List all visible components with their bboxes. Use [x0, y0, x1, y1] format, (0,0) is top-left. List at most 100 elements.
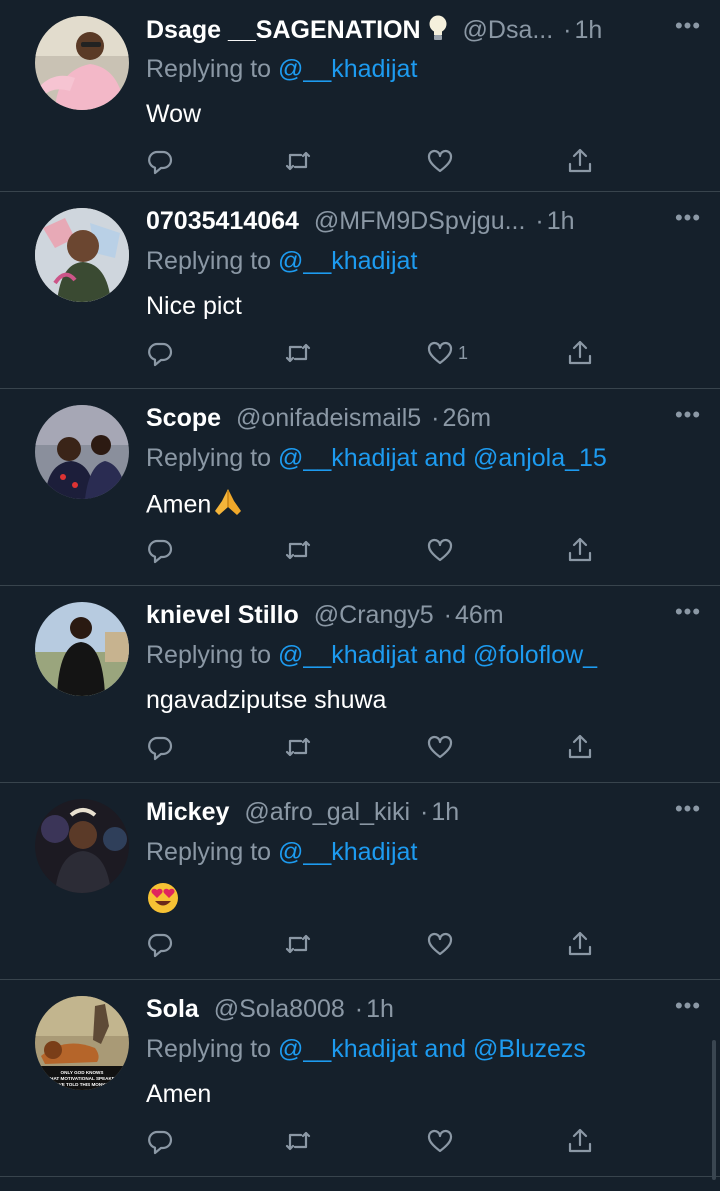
reply-icon: [146, 1127, 174, 1155]
timestamp[interactable]: 1h: [431, 798, 459, 826]
user-handle[interactable]: @Crangy5: [314, 601, 434, 629]
timestamp[interactable]: 1h: [366, 995, 394, 1023]
reply-button[interactable]: [146, 929, 174, 959]
avatar[interactable]: ONLY GOD KNOWS WHAT MOTIVATIONAL SPEAKER…: [35, 996, 129, 1090]
tweet-header: Scope @onifadeismail5 · 26m: [146, 403, 630, 433]
retweet-button[interactable]: [284, 535, 312, 565]
retweet-button[interactable]: [284, 338, 312, 368]
mention-link[interactable]: @__khadijat: [278, 641, 417, 669]
replying-to-label: Replying to: [146, 1035, 272, 1063]
display-name[interactable]: Sola: [146, 995, 199, 1023]
share-icon: [566, 147, 594, 175]
retweet-button[interactable]: [284, 1126, 312, 1156]
mention-link[interactable]: @foloflow_: [473, 641, 597, 669]
tweet-text-content: Amen: [146, 490, 212, 519]
tweet[interactable]: Mickey @afro_gal_kiki · 1h ••• Replying t…: [0, 783, 720, 980]
like-button[interactable]: 1: [426, 338, 468, 368]
tweet-text: Amen: [146, 487, 245, 525]
share-button[interactable]: [566, 732, 594, 762]
reply-icon: [146, 536, 174, 564]
tweet[interactable]: Scope @onifadeismail5 · 26m ••• Replying …: [0, 389, 720, 586]
timestamp[interactable]: 1h: [574, 16, 602, 44]
like-button[interactable]: [426, 535, 458, 565]
mention-link[interactable]: @__khadijat: [278, 838, 417, 866]
avatar[interactable]: [35, 405, 129, 499]
tweet-text: [146, 881, 180, 923]
user-handle[interactable]: @Dsa...: [463, 16, 554, 44]
tweet[interactable]: Dsage __SAGENATION @Dsa... · 1h ••• Reply…: [0, 0, 720, 192]
tweet-header: Dsage __SAGENATION @Dsa... · 1h: [146, 14, 630, 44]
avatar[interactable]: [35, 799, 129, 893]
like-button[interactable]: [426, 146, 458, 176]
avatar[interactable]: [35, 602, 129, 696]
reply-icon: [146, 147, 174, 175]
replying-to-label: Replying to: [146, 641, 272, 669]
like-button[interactable]: [426, 732, 458, 762]
mention-link[interactable]: @Bluzezs: [473, 1035, 586, 1063]
reply-button[interactable]: [146, 732, 174, 762]
share-button[interactable]: [566, 1126, 594, 1156]
svg-text:HAVE TOLD THIS MONKEY: HAVE TOLD THIS MONKEY: [52, 1082, 111, 1087]
replying-to: Replying to @__khadijat: [146, 246, 417, 276]
tweet-text: Wow: [146, 100, 202, 128]
share-button[interactable]: [566, 146, 594, 176]
timestamp[interactable]: 26m: [442, 404, 491, 432]
share-icon: [566, 536, 594, 564]
tweet[interactable]: 07035414064 @MFM9DSpvjgu... · 1h ••• Repl…: [0, 192, 720, 389]
retweet-button[interactable]: [284, 929, 312, 959]
display-name[interactable]: 07035414064: [146, 207, 299, 235]
replying-to-label: Replying to: [146, 247, 272, 275]
heart-icon: [426, 536, 454, 564]
mention-link[interactable]: @__khadijat: [278, 444, 417, 472]
replying-to: Replying to @__khadijat: [146, 837, 417, 867]
more-options-icon[interactable]: •••: [674, 600, 702, 630]
user-handle[interactable]: @afro_gal_kiki: [244, 798, 410, 826]
replying-to-label: Replying to: [146, 444, 272, 472]
display-name[interactable]: Mickey: [146, 798, 229, 826]
retweet-button[interactable]: [284, 146, 312, 176]
more-options-icon[interactable]: •••: [674, 14, 702, 44]
mention-link[interactable]: @anjola_15: [473, 444, 607, 472]
mention-conjunction: and: [424, 641, 467, 669]
tweet[interactable]: ONLY GOD KNOWS WHAT MOTIVATIONAL SPEAKER…: [0, 980, 720, 1177]
more-options-icon[interactable]: •••: [674, 403, 702, 433]
svg-text:WHAT MOTIVATIONAL SPEAKER: WHAT MOTIVATIONAL SPEAKER: [46, 1076, 119, 1081]
retweet-button[interactable]: [284, 732, 312, 762]
display-name[interactable]: knievel Stillo: [146, 601, 299, 629]
tweet[interactable]: knievel Stillo @Crangy5 · 46m ••• Replyin…: [0, 586, 720, 783]
reply-button[interactable]: [146, 338, 174, 368]
retweet-icon: [284, 339, 312, 367]
display-name[interactable]: Dsage __SAGENATION: [146, 16, 421, 44]
reply-button[interactable]: [146, 1126, 174, 1156]
display-name[interactable]: Scope: [146, 404, 221, 432]
reply-icon: [146, 733, 174, 761]
more-options-icon[interactable]: •••: [674, 797, 702, 827]
timestamp[interactable]: 46m: [455, 601, 504, 629]
user-handle[interactable]: @MFM9DSpvjgu...: [314, 207, 526, 235]
share-button[interactable]: [566, 535, 594, 565]
mention-link[interactable]: @__khadijat: [278, 55, 417, 83]
tweet-header: knievel Stillo @Crangy5 · 46m: [146, 600, 630, 630]
heart-eyes-emoji: [146, 881, 180, 923]
like-button[interactable]: [426, 1126, 458, 1156]
more-options-icon[interactable]: •••: [674, 206, 702, 236]
like-button[interactable]: [426, 929, 458, 959]
mention-link[interactable]: @__khadijat: [278, 1035, 417, 1063]
reply-icon: [146, 930, 174, 958]
reply-button[interactable]: [146, 535, 174, 565]
avatar[interactable]: [35, 16, 129, 110]
user-handle[interactable]: @onifadeismail5: [236, 404, 421, 432]
reply-button[interactable]: [146, 146, 174, 176]
avatar[interactable]: [35, 208, 129, 302]
tweet-header: Sola @Sola8008 · 1h: [146, 994, 630, 1024]
replying-to: Replying to @__khadijat and @foloflow_: [146, 640, 597, 670]
share-button[interactable]: [566, 338, 594, 368]
separator-dot: ·: [443, 601, 452, 629]
heart-icon: [426, 930, 454, 958]
user-handle[interactable]: @Sola8008: [214, 995, 345, 1023]
timestamp[interactable]: 1h: [547, 207, 575, 235]
share-button[interactable]: [566, 929, 594, 959]
more-options-icon[interactable]: •••: [674, 994, 702, 1024]
mention-link[interactable]: @__khadijat: [278, 247, 417, 275]
scrollbar[interactable]: [712, 1040, 716, 1180]
